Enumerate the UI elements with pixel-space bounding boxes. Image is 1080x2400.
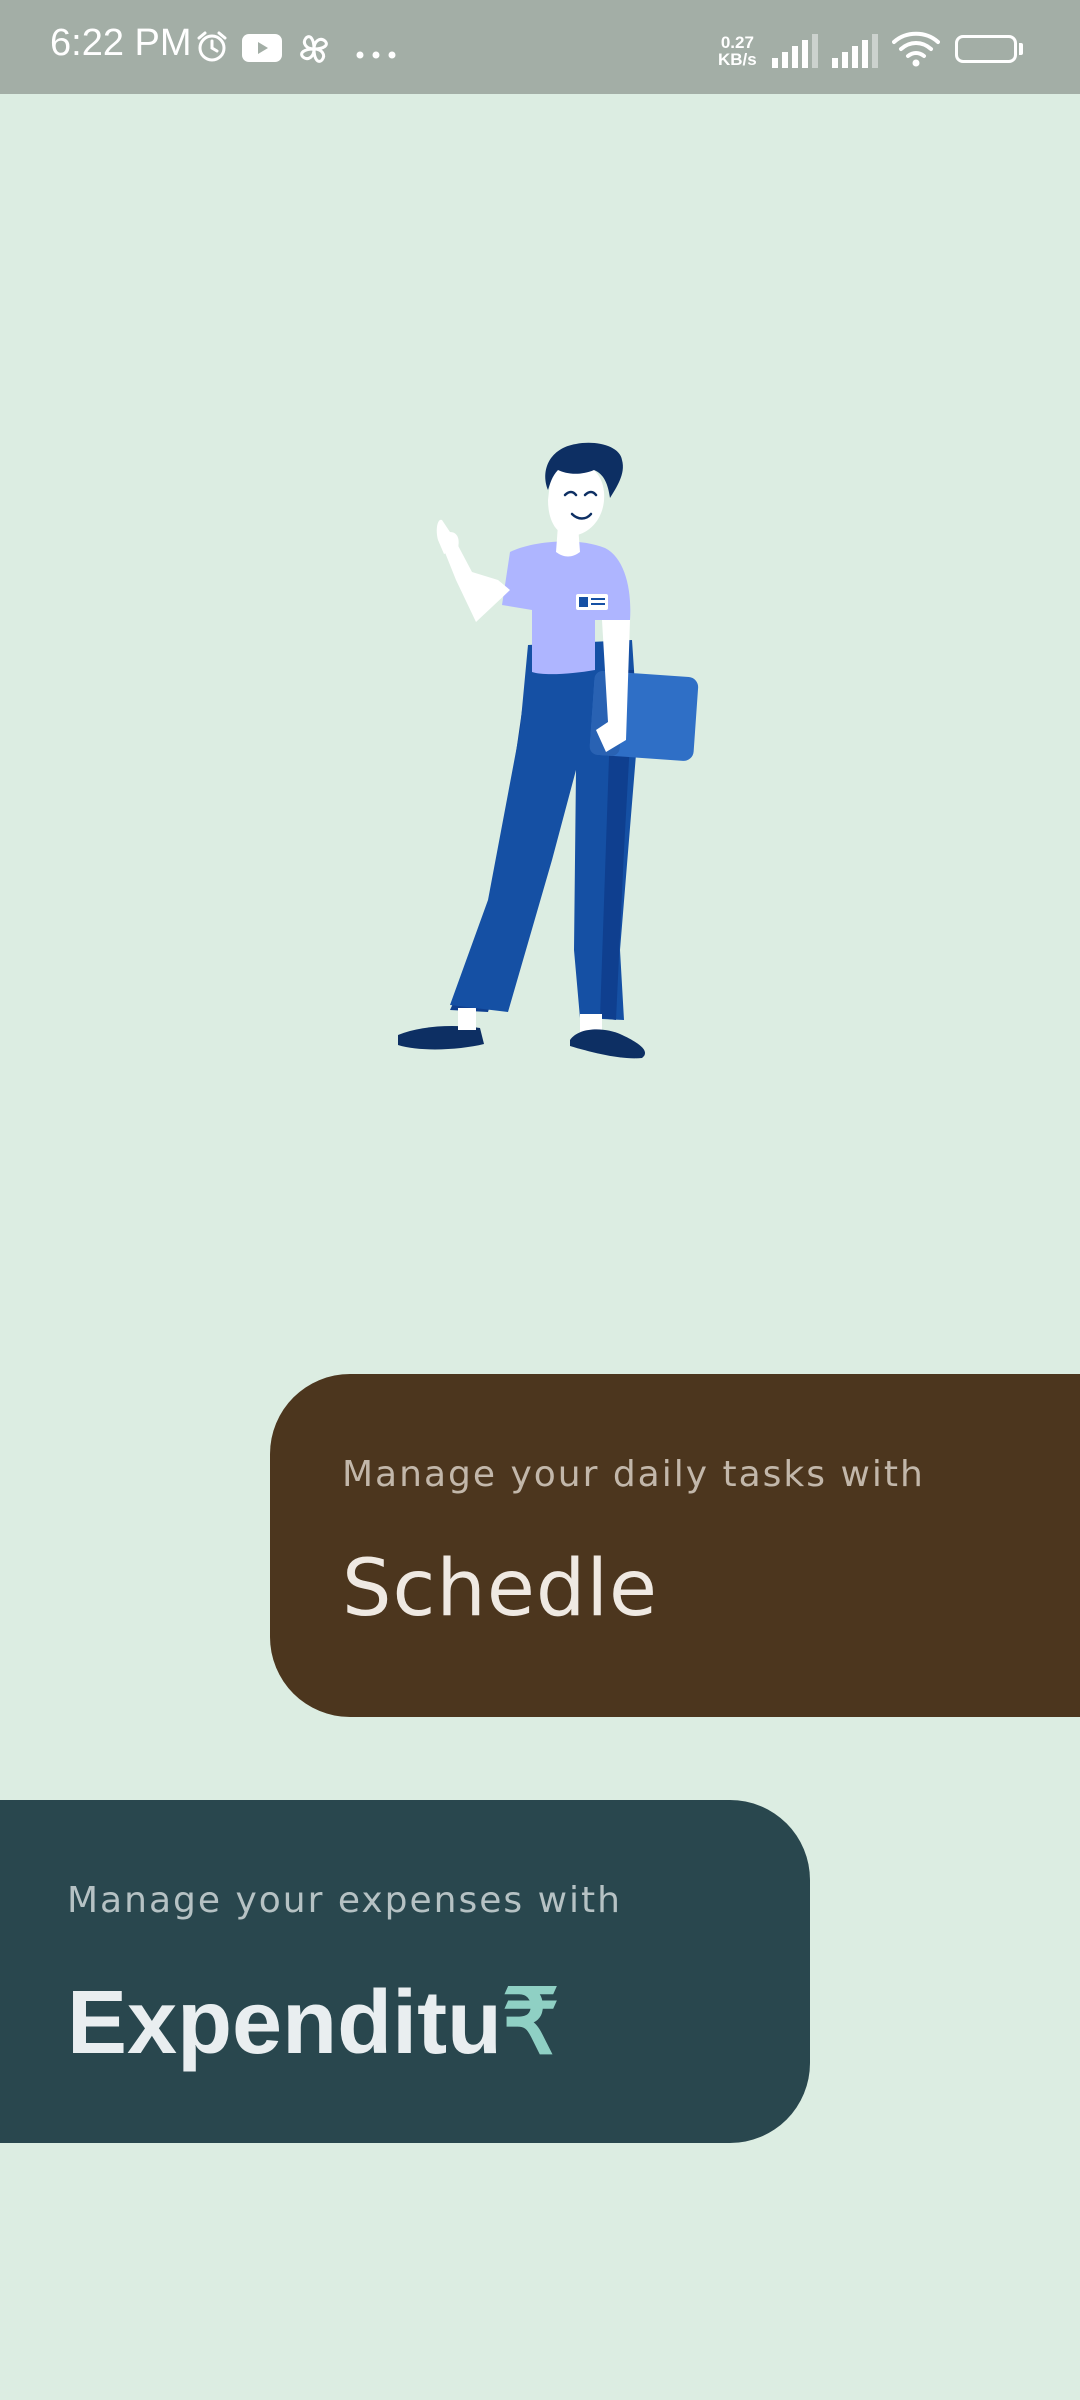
schedle-title: Schedle xyxy=(342,1544,658,1634)
status-time: 6:22 PM xyxy=(50,22,192,64)
status-bar: 6:22 PM 0.27 KB/s 94 xyxy=(0,0,1080,94)
signal-icon xyxy=(772,34,822,72)
rupee-symbol: ₹ xyxy=(502,1973,560,2073)
battery-icon: 94 xyxy=(955,35,1017,63)
signal-icon-2 xyxy=(832,34,882,72)
person-illustration xyxy=(380,430,710,1094)
schedle-subtitle: Manage your daily tasks with xyxy=(342,1454,925,1495)
youtube-icon xyxy=(242,34,282,66)
pinwheel-icon xyxy=(296,31,332,71)
net-speed: 0.27 KB/s xyxy=(718,34,757,68)
more-icon xyxy=(356,44,396,63)
expenditure-title-main: Expenditu xyxy=(67,1973,503,2073)
alarm-icon xyxy=(195,30,229,68)
schedle-card[interactable]: Manage your daily tasks with Schedle xyxy=(270,1374,1080,1717)
battery-percent: 94 xyxy=(974,38,998,60)
expenditure-card[interactable]: Manage your expenses with Expenditu₹ xyxy=(0,1800,810,2143)
net-speed-unit: KB/s xyxy=(718,50,757,69)
wifi-icon xyxy=(892,31,940,71)
expenditure-subtitle: Manage your expenses with xyxy=(67,1880,622,1921)
battery-tip xyxy=(1019,43,1023,55)
expenditure-title: Expenditu₹ xyxy=(67,1970,559,2075)
net-speed-value: 0.27 xyxy=(720,33,754,52)
